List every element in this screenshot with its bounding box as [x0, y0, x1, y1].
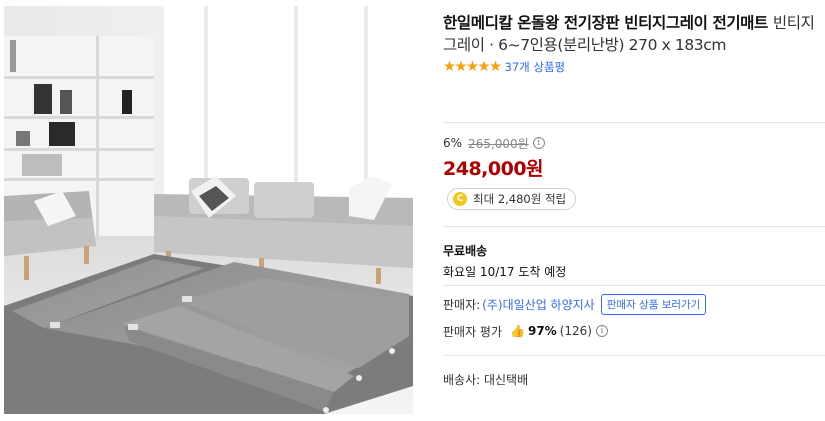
- arrival-date: 화요일 10/17 도착 예정: [443, 265, 567, 279]
- reward-text: 최대 2,480원 적립: [473, 192, 567, 206]
- shipping-title: 무료배송: [443, 244, 488, 258]
- reward-badge: C 최대 2,480원 적립: [447, 188, 577, 210]
- divider: [443, 122, 825, 123]
- sale-price: 248,000원: [443, 158, 544, 180]
- seller-row: 판매자: (주)대일산업 하양지사 판매자 상품 보러가기: [443, 293, 707, 315]
- divider: [443, 226, 825, 227]
- info-icon[interactable]: i: [532, 137, 545, 149]
- rating-row: ★ ★ ★ ★ ★ 37개 상품평: [443, 59, 823, 75]
- product-title: 한일메디칼 온돌왕 전기장판 빈티지그레이 전기매트 빈티지그레이 · 6~7인…: [443, 12, 823, 56]
- coin-icon: C: [453, 192, 467, 206]
- product-info: 한일메디칼 온돌왕 전기장판 빈티지그레이 전기매트 빈티지그레이 · 6~7인…: [443, 12, 823, 75]
- seller-label: 판매자:: [443, 297, 481, 312]
- seller-rating-count: (126): [559, 324, 592, 338]
- seller-rating-row: 판매자 평가 👍 97% (126) i: [443, 321, 608, 341]
- seller-name-link[interactable]: (주)대일산업 하양지사: [482, 296, 595, 313]
- product-image[interactable]: [4, 6, 413, 414]
- price-block: 6% 265,000원 i 248,000원: [443, 135, 545, 181]
- divider: [443, 355, 825, 356]
- thumbs-up-icon: 👍: [510, 324, 525, 338]
- info-icon[interactable]: i: [595, 325, 608, 337]
- courier-info: 배송사: 대신택배: [443, 373, 529, 387]
- product-name: 한일메디칼 온돌왕 전기장판 빈티지그레이 전기매트: [443, 14, 768, 32]
- star-icon: ★: [489, 59, 502, 75]
- original-price: 265,000원: [468, 136, 529, 151]
- discount-line: 6% 265,000원 i: [443, 135, 545, 151]
- review-count-link[interactable]: 37개 상품평: [505, 59, 566, 75]
- divider: [443, 285, 825, 286]
- room-illustration: [4, 6, 413, 414]
- rating-stars: ★ ★ ★ ★ ★: [443, 59, 502, 75]
- discount-rate: 6%: [443, 136, 463, 150]
- shipping-block: 무료배송 화요일 10/17 도착 예정: [443, 241, 566, 283]
- seller-rating-percent: 97%: [527, 324, 557, 338]
- seller-rating-label: 판매자 평가: [443, 324, 503, 339]
- seller-products-button[interactable]: 판매자 상품 보러가기: [600, 293, 707, 315]
